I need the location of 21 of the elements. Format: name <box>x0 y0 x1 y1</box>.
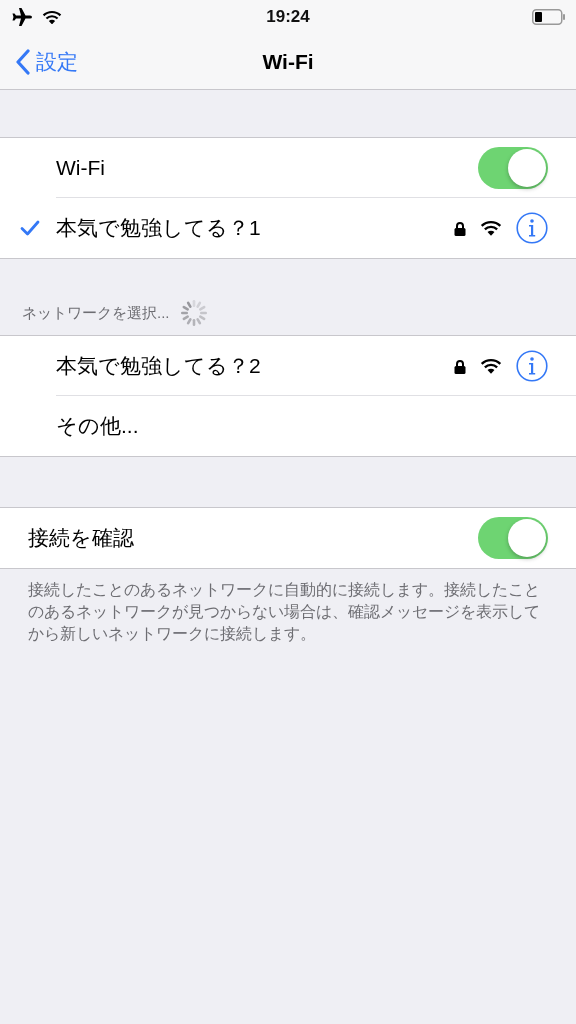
airplane-icon <box>10 8 32 26</box>
checkmark-icon <box>20 220 40 236</box>
network-row[interactable]: 本気で勉強してる？2 <box>0 336 576 396</box>
status-time: 19:24 <box>266 7 310 27</box>
toggle-switch[interactable] <box>478 147 548 189</box>
other-network-item[interactable]: その他... <box>56 412 548 440</box>
section-header: ネットワークを選択... <box>22 303 170 323</box>
info-button[interactable] <box>516 350 548 382</box>
network-row[interactable]: 本気で勉強してる？1 <box>0 198 576 258</box>
setting-label: Wi-Fi <box>56 156 106 180</box>
setting-label: 接続を確認 <box>28 525 135 551</box>
wifi-icon <box>42 9 62 25</box>
back-button[interactable]: 設定 <box>16 47 78 76</box>
toggle-switch[interactable] <box>478 517 548 559</box>
wifi-icon <box>480 220 502 236</box>
wifi-icon <box>480 358 502 374</box>
info-button[interactable] <box>516 212 548 244</box>
battery-icon <box>532 9 566 25</box>
footer-note: 接続したことのあるネットワークに自動的に接続します。接続したことのあるネットワークが見つからない場合は、確認メッセージを表示してから新しいネットワークに接続します。 <box>27 580 541 644</box>
page-title: Wi-Fi <box>262 49 314 74</box>
chevron-left-icon <box>16 48 30 75</box>
